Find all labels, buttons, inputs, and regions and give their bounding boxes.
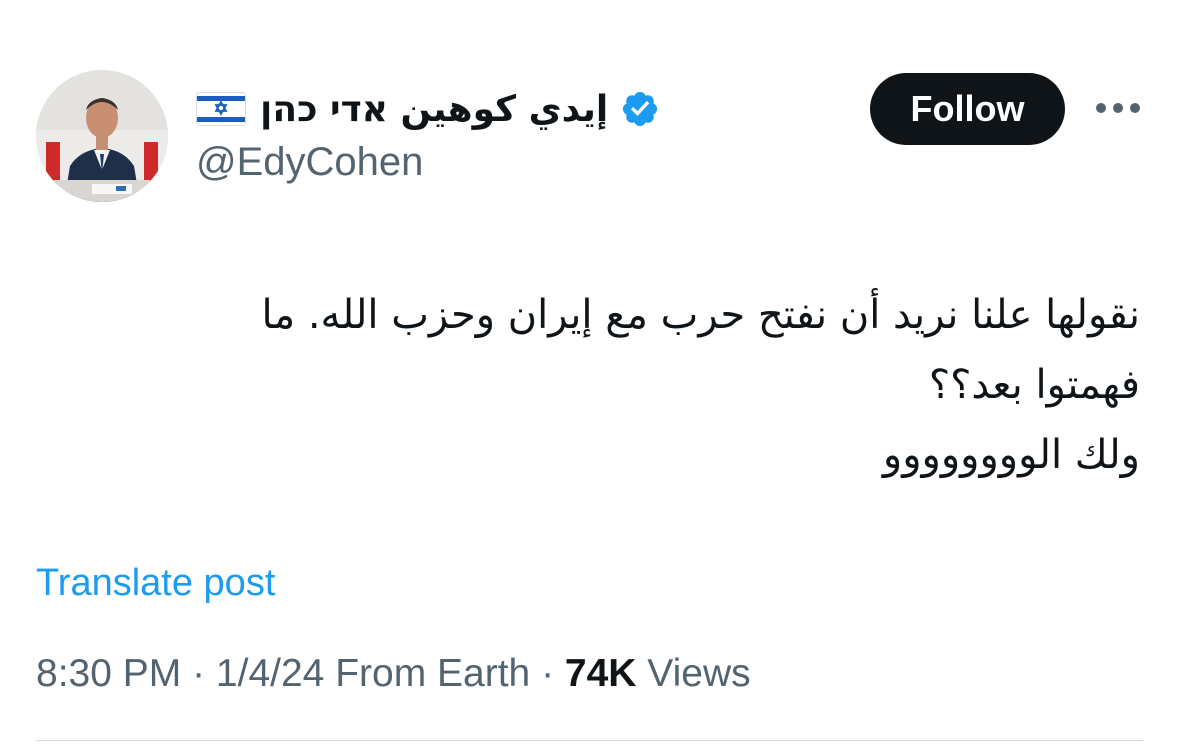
tweet-line: ولك الوووووووو [882,432,1140,478]
divider [36,740,1143,741]
tweet-date[interactable]: 1/4/24 [216,652,324,695]
author-handle[interactable]: @EdyCohen [196,140,423,185]
display-name[interactable]: إيدي كوهين אדי כהן [260,89,608,130]
verified-badge-icon [623,91,658,127]
author-name-row[interactable]: إيدي كوهين אדי כהן [196,82,660,136]
more-dot [1096,103,1106,113]
tweet-line: نقولها علنا نريد أن نفتح حرب مع إيران وح… [261,292,1141,338]
avatar-photo [36,70,168,202]
translate-post-link[interactable]: Translate post [36,562,275,605]
israel-flag-icon [196,92,246,126]
tweet-time[interactable]: 8:30 PM [36,652,181,695]
tweet-location: From Earth [324,652,531,695]
tweet-detail: إيدي كوهين אדי כהן @EdyCohen Follow نقول… [0,0,1179,745]
meta-separator: · [181,652,216,695]
views-label: Views [636,652,751,695]
more-dot [1113,103,1123,113]
views-count[interactable]: 74K [565,652,637,695]
tweet-metadata: 8:30 PM · 1/4/24 From Earth · 74K Views [36,652,751,696]
tweet-text: نقولها علنا نريد أن نفتح حرب مع إيران وح… [30,280,1141,490]
meta-separator: · [530,652,565,695]
avatar[interactable] [36,70,168,202]
more-options-icon[interactable] [1096,100,1140,116]
tweet-line: فهمتوا بعد؟؟ [928,362,1140,408]
more-dot [1130,103,1140,113]
follow-button[interactable]: Follow [870,73,1065,145]
